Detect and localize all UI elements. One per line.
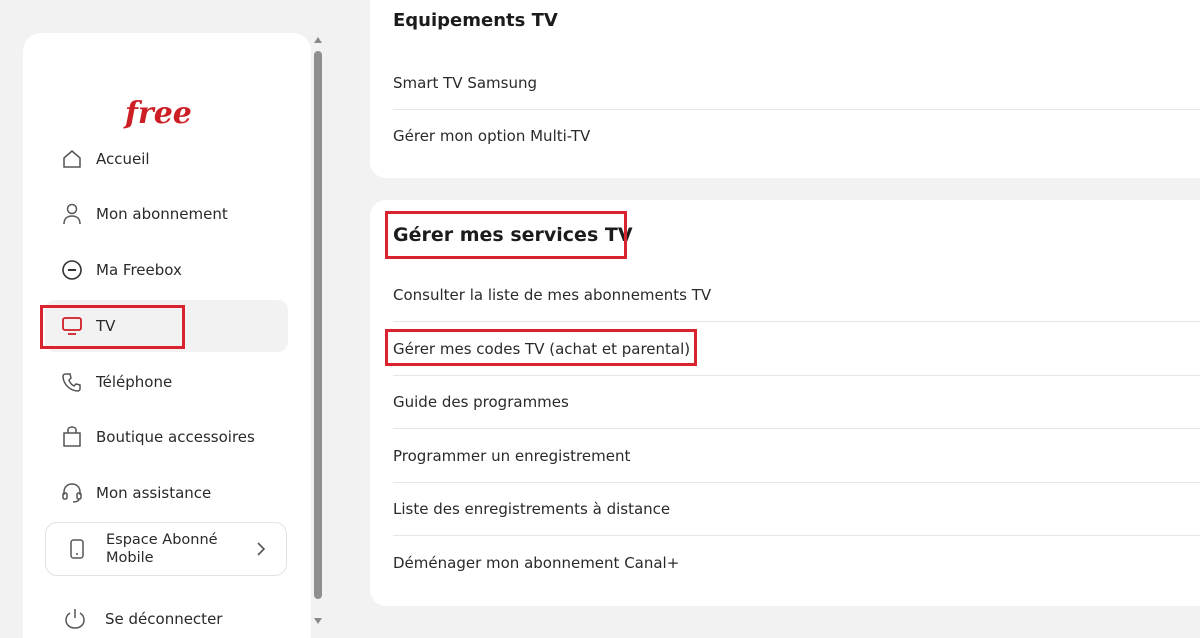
gerer-services-tv-card: Gérer mes services TV Consulter la liste… <box>370 200 1200 606</box>
page: free Accueil Mon abonnement Ma Freebox T… <box>0 0 1200 638</box>
gerer-services-tv-title: Gérer mes services TV <box>393 224 633 246</box>
freebox-icon <box>60 258 84 282</box>
equipements-tv-title: Equipements TV <box>393 10 558 31</box>
sidebar: free Accueil Mon abonnement Ma Freebox T… <box>23 33 311 638</box>
link-programmer-enregistrement[interactable]: Programmer un enregistrement <box>393 429 1200 483</box>
link-consulter-abonnements-tv[interactable]: Consulter la liste de mes abonnements TV <box>393 268 1200 322</box>
link-demenager-abonnement-canal[interactable]: Déménager mon abonnement Canal+ <box>393 536 1200 589</box>
nav-label: Mon abonnement <box>96 205 228 223</box>
link-guide-programmes[interactable]: Guide des programmes <box>393 375 1200 429</box>
tv-icon <box>60 314 84 338</box>
nav-label: Ma Freebox <box>96 261 182 279</box>
nav-label: Téléphone <box>96 373 173 391</box>
headset-icon <box>60 481 84 505</box>
nav-label: Accueil <box>96 150 150 168</box>
logout-button[interactable]: Se déconnecter <box>63 608 222 630</box>
scroll-up-arrow-icon[interactable] <box>314 37 322 43</box>
nav-item-mon-assistance[interactable]: Mon assistance <box>45 467 288 519</box>
nav-label: Mon assistance <box>96 484 212 502</box>
home-icon <box>60 147 84 171</box>
shopping-bag-icon <box>60 425 84 449</box>
nav-item-boutique-accessoires[interactable]: Boutique accessoires <box>45 411 288 463</box>
nav-label: Boutique accessoires <box>96 428 255 446</box>
link-gerer-option-multi-tv[interactable]: Gérer mon option Multi-TV <box>393 109 1200 162</box>
scroll-down-arrow-icon[interactable] <box>314 618 322 624</box>
nav-item-tv[interactable]: TV <box>45 300 288 352</box>
power-icon <box>63 608 87 630</box>
scroll-thumb[interactable] <box>314 51 322 599</box>
logout-label: Se déconnecter <box>105 610 223 628</box>
espace-abonne-mobile-button[interactable]: Espace Abonné Mobile <box>45 522 287 576</box>
phone-icon <box>60 370 84 394</box>
link-liste-enregistrements-distance[interactable]: Liste des enregistrements à distance <box>393 482 1200 536</box>
link-smart-tv-samsung[interactable]: Smart TV Samsung <box>393 56 1200 110</box>
mobile-phone-icon <box>66 539 88 559</box>
nav-item-accueil[interactable]: Accueil <box>45 133 288 185</box>
nav-item-telephone[interactable]: Téléphone <box>45 356 288 408</box>
user-icon <box>60 202 84 226</box>
svg-text:free: free <box>123 96 192 131</box>
nav-label: TV <box>96 317 116 335</box>
chevron-right-icon <box>256 541 266 561</box>
nav-item-mon-abonnement[interactable]: Mon abonnement <box>45 188 288 240</box>
free-logo[interactable]: free <box>123 93 213 137</box>
sidebar-scrollbar[interactable] <box>312 33 324 638</box>
link-gerer-codes-tv[interactable]: Gérer mes codes TV (achat et parental) <box>393 322 1200 376</box>
nav-item-ma-freebox[interactable]: Ma Freebox <box>45 244 288 296</box>
mobile-card-label: Espace Abonné Mobile <box>106 532 218 566</box>
equipements-tv-card: Equipements TV Smart TV Samsung Gérer mo… <box>370 0 1200 178</box>
